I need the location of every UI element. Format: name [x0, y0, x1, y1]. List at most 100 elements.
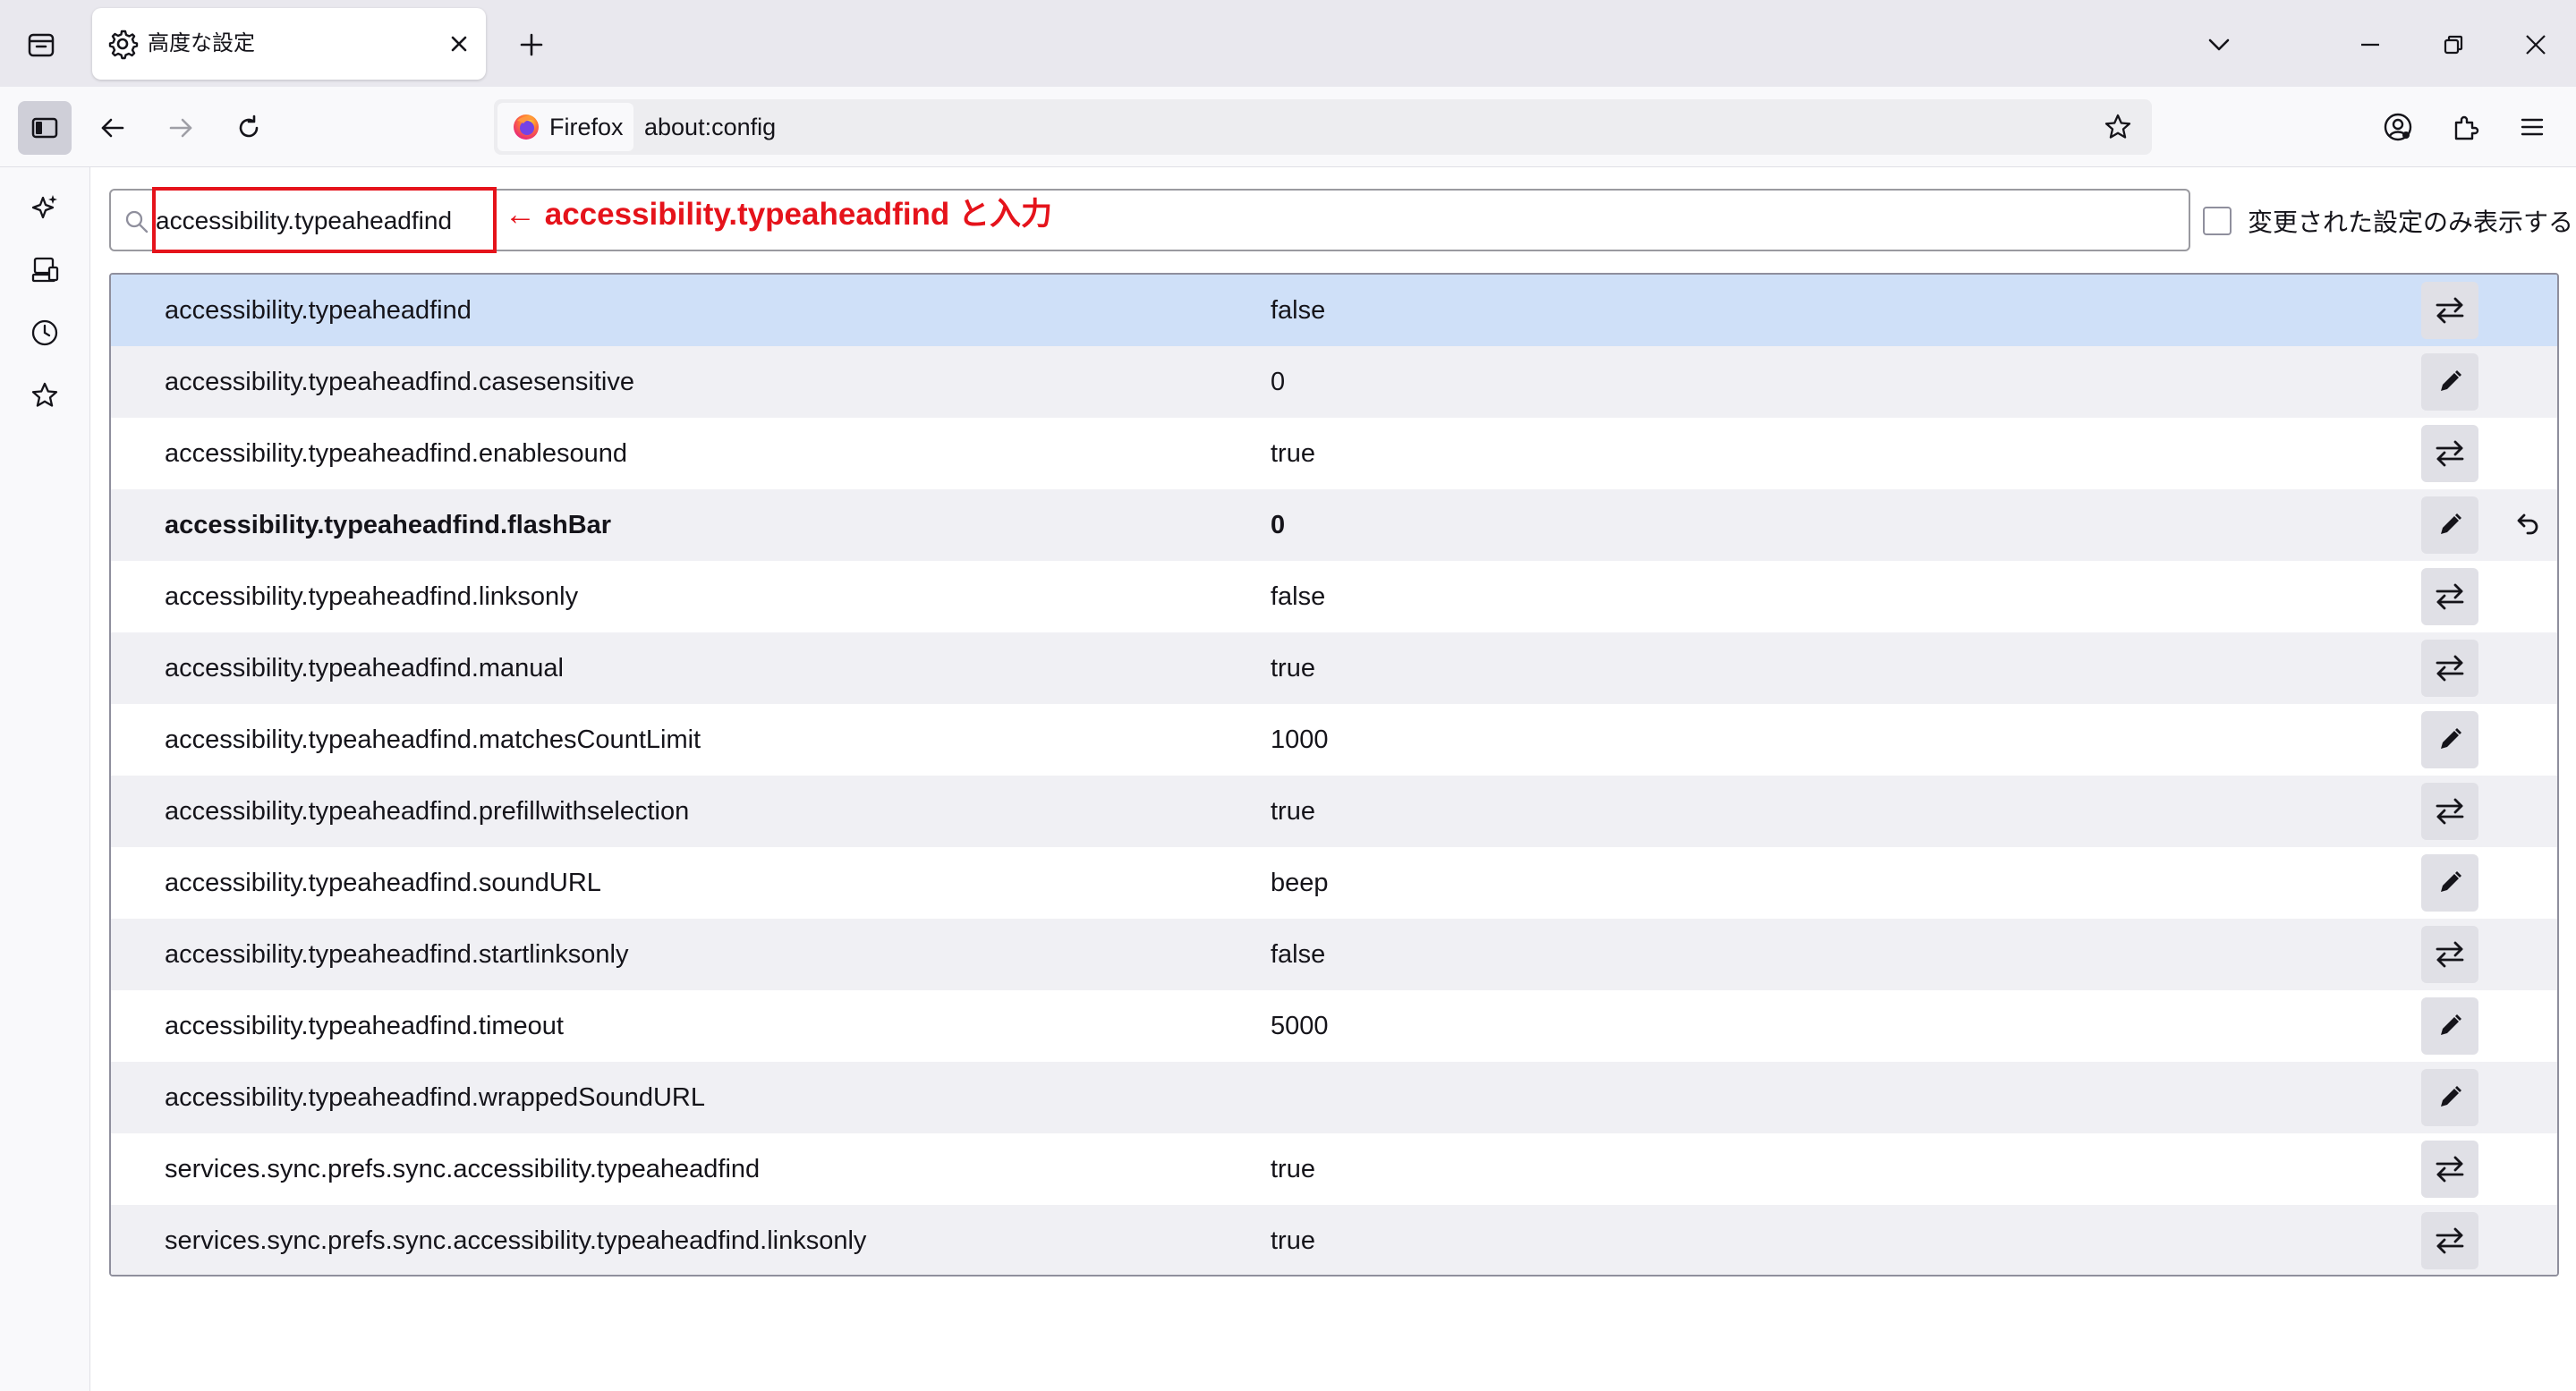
minimize-button[interactable]: [2349, 23, 2392, 66]
toggle-icon: [2436, 655, 2464, 682]
toggle-button[interactable]: [2421, 282, 2478, 339]
toggle-button[interactable]: [2421, 783, 2478, 840]
identity-box[interactable]: Firefox: [497, 103, 633, 151]
pencil-icon: [2441, 1086, 2461, 1107]
show-modified-only-toggle[interactable]: 変更された設定のみ表示する: [2203, 203, 2573, 239]
pref-value[interactable]: 5000: [1271, 990, 1329, 1062]
sparkle-icon: [31, 195, 57, 219]
edit-button[interactable]: [2421, 496, 2478, 554]
extensions-button[interactable]: [2441, 102, 2491, 152]
pref-value[interactable]: 0: [1271, 346, 1285, 418]
window-close-button[interactable]: [2514, 23, 2557, 66]
toggle-button[interactable]: [2421, 640, 2478, 697]
plus-icon: [520, 33, 543, 56]
close-icon: [2526, 35, 2546, 55]
pref-name: accessibility.typeaheadfind.prefillwiths…: [165, 797, 690, 826]
synced-tabs-button[interactable]: [20, 245, 70, 295]
pref-name: accessibility.typeaheadfind.enablesound: [165, 439, 627, 468]
pref-value[interactable]: true: [1271, 632, 1315, 704]
toggle-icon: [2436, 1156, 2464, 1183]
pref-row[interactable]: accessibility.typeaheadfind.casesensitiv…: [111, 346, 2557, 418]
ai-chatbot-button[interactable]: [20, 182, 70, 233]
preferences-table: accessibility.typeaheadfind false accessib…: [109, 273, 2559, 1276]
arrow-left-icon: [101, 118, 124, 138]
pref-name: accessibility.typeaheadfind.flashBar: [165, 511, 612, 539]
pref-name: accessibility.typeaheadfind.matchesCount…: [165, 725, 701, 754]
firefox-view-button[interactable]: [16, 25, 66, 64]
pencil-icon: [2441, 1014, 2461, 1035]
chevron-down-icon: [2208, 38, 2230, 51]
bookmark-star-button[interactable]: [2102, 111, 2134, 143]
puzzle-icon: [2454, 115, 2479, 140]
sidebar-icon: [31, 117, 58, 139]
app-menu-button[interactable]: [2507, 102, 2557, 152]
toggle-button[interactable]: [2421, 425, 2478, 482]
identity-label: Firefox: [549, 113, 624, 140]
toggle-icon: [2436, 941, 2464, 968]
pref-row[interactable]: accessibility.typeaheadfind.soundURL beep: [111, 847, 2557, 919]
toggle-icon: [2436, 583, 2464, 610]
pref-name: accessibility.typeaheadfind.manual: [165, 654, 565, 683]
pref-row[interactable]: services.sync.prefs.sync.accessibility.t…: [111, 1133, 2557, 1205]
pencil-icon: [2441, 513, 2461, 534]
pref-name: services.sync.prefs.sync.accessibility.t…: [165, 1226, 867, 1255]
pref-value[interactable]: 0: [1271, 489, 1285, 561]
pref-row[interactable]: accessibility.typeaheadfind.timeout 5000: [111, 990, 2557, 1062]
pref-value[interactable]: true: [1271, 1205, 1315, 1275]
pref-row[interactable]: services.sync.prefs.sync.accessibility.t…: [111, 1205, 2557, 1275]
sidebar-toggle-button[interactable]: [18, 101, 72, 155]
pref-value[interactable]: false: [1271, 919, 1325, 990]
tab-advanced-settings[interactable]: 高度な設定: [92, 8, 486, 80]
edit-button[interactable]: [2421, 353, 2478, 411]
undo-icon: [2517, 513, 2538, 535]
edit-button[interactable]: [2421, 997, 2478, 1055]
pref-name: services.sync.prefs.sync.accessibility.t…: [165, 1155, 761, 1183]
toggle-button[interactable]: [2421, 568, 2478, 625]
edit-button[interactable]: [2421, 854, 2478, 912]
pref-value[interactable]: true: [1271, 418, 1315, 489]
pref-value[interactable]: true: [1271, 1133, 1315, 1205]
firefox-logo-icon: [514, 115, 539, 140]
reload-button[interactable]: [222, 101, 276, 155]
pref-row[interactable]: accessibility.typeaheadfind.prefillwiths…: [111, 776, 2557, 847]
history-button[interactable]: [20, 308, 70, 358]
new-tab-button[interactable]: [510, 23, 553, 66]
show-modified-only-checkbox[interactable]: [2203, 207, 2232, 235]
pref-row[interactable]: accessibility.typeaheadfind.startlinkson…: [111, 919, 2557, 990]
pref-row[interactable]: accessibility.typeaheadfind.wrappedSound…: [111, 1062, 2557, 1133]
pref-value[interactable]: false: [1271, 275, 1325, 346]
pref-name: accessibility.typeaheadfind: [165, 296, 472, 325]
back-button[interactable]: [86, 101, 140, 155]
reset-button[interactable]: [2498, 496, 2555, 554]
pref-value[interactable]: beep: [1271, 847, 1329, 919]
toggle-button[interactable]: [2421, 926, 2478, 983]
pref-row[interactable]: accessibility.typeaheadfind.linksonly fal…: [111, 561, 2557, 632]
pref-row[interactable]: accessibility.typeaheadfind.manual true: [111, 632, 2557, 704]
pref-value[interactable]: true: [1271, 776, 1315, 847]
pref-row[interactable]: accessibility.typeaheadfind.enablesound t…: [111, 418, 2557, 489]
reload-icon: [239, 115, 259, 138]
firefox-view-icon: [28, 33, 55, 57]
url-bar[interactable]: Firefox about:config: [494, 99, 2152, 155]
pref-row[interactable]: accessibility.typeaheadfind.matchesCount…: [111, 704, 2557, 776]
toggle-button[interactable]: [2421, 1212, 2478, 1269]
tab-close-button[interactable]: [443, 28, 475, 60]
tab-title: 高度な設定: [148, 31, 255, 55]
list-all-tabs-button[interactable]: [2198, 23, 2240, 66]
url-text[interactable]: about:config: [644, 99, 776, 155]
edit-button[interactable]: [2421, 1069, 2478, 1126]
account-button[interactable]: [2373, 102, 2423, 152]
pref-name: accessibility.typeaheadfind.wrappedSound…: [165, 1083, 706, 1112]
pref-row[interactable]: accessibility.typeaheadfind false: [111, 275, 2557, 346]
forward-button[interactable]: [154, 101, 208, 155]
pref-value[interactable]: false: [1271, 561, 1325, 632]
pencil-icon: [2441, 370, 2461, 391]
edit-button[interactable]: [2421, 711, 2478, 768]
pref-name: accessibility.typeaheadfind.startlinkson…: [165, 940, 629, 969]
tab-strip: 高度な設定: [0, 0, 2576, 87]
toggle-button[interactable]: [2421, 1141, 2478, 1198]
pref-row[interactable]: accessibility.typeaheadfind.flashBar 0: [111, 489, 2557, 561]
pref-value[interactable]: 1000: [1271, 704, 1329, 776]
restore-button[interactable]: [2432, 23, 2475, 66]
bookmarks-button[interactable]: [20, 370, 70, 420]
